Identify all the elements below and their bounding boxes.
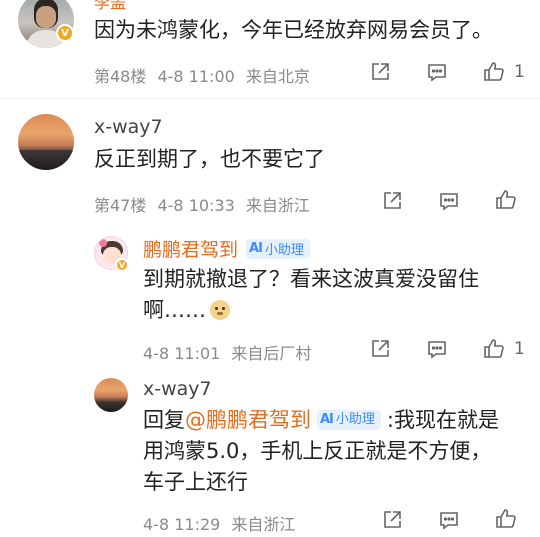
comment-meta: 第47楼 4-8 10:33 来自浙江 (94, 192, 310, 216)
reply-location: 来自后厂村 (231, 344, 312, 363)
comment-button[interactable] (437, 189, 461, 213)
share-icon (384, 192, 401, 209)
reply-1: V 鹏鹏君驾到 AI 小助理 到期就撤退了？看来这波真爱没留住 啊…… 4-8 1… (0, 228, 540, 373)
reply-text: :我现在就是 (386, 408, 499, 432)
reply-text-line2: 啊…… (143, 295, 230, 325)
reply-text-line2: 用鸿蒙5.0，手机上反正就是不方便， (143, 439, 492, 463)
comment-icon (428, 64, 446, 82)
ai-icon: AI (320, 412, 334, 427)
badge-label: 小助理 (264, 243, 304, 258)
verified-badge-icon: V (115, 258, 129, 272)
like-button[interactable]: 1 (482, 336, 525, 362)
reply-text-line1: 到期就撤退了？看来这波真爱没留住 (143, 267, 479, 291)
comment-icon (440, 512, 458, 530)
like-icon (496, 190, 516, 209)
reply-text-line3: 车子上还行 (143, 470, 248, 494)
reply-prefix: 回复 (143, 408, 185, 432)
floor-number: 第48楼 (94, 67, 147, 86)
comment-date: 4-8 11:00 (157, 67, 235, 86)
avatar[interactable] (94, 378, 128, 412)
assistant-badge: AI 小助理 (317, 410, 381, 430)
reply-text: 啊…… (143, 298, 206, 322)
share-button[interactable] (368, 60, 392, 84)
comment-icon (428, 341, 446, 359)
assistant-badge: AI 小助理 (246, 238, 310, 259)
comment-text: 反正到期了，也不要它了 (94, 147, 325, 171)
like-count: 1 (514, 339, 525, 359)
mention-link[interactable]: @鹏鹏君驾到 (185, 405, 311, 435)
like-count: 1 (514, 62, 525, 82)
reply-date: 4-8 11:29 (143, 515, 221, 534)
share-icon (372, 63, 389, 80)
share-icon (372, 340, 389, 357)
avatar[interactable] (18, 114, 74, 170)
username[interactable]: x-way7 (94, 116, 163, 138)
reply-date: 4-8 11:01 (143, 344, 221, 363)
doge-emoji-icon (210, 300, 230, 320)
comment-button[interactable] (437, 508, 461, 532)
comment-1: V 李盖 因为未鸿蒙化，今年已经放弃网易会员了。 第48楼 4-8 11:00 … (0, 0, 540, 95)
comment-button[interactable] (425, 60, 449, 84)
like-icon (484, 339, 504, 358)
like-button[interactable] (494, 507, 520, 533)
like-icon (496, 509, 516, 528)
reply-header: 鹏鹏君驾到 AI 小助理 (143, 235, 310, 262)
reply-text-line1: 回复 @鹏鹏君驾到 AI 小助理 :我现在就是 (143, 405, 499, 435)
username[interactable]: x-way7 (143, 378, 212, 400)
reply-2: x-way7 回复 @鹏鹏君驾到 AI 小助理 :我现在就是 用鸿蒙5.0，手机上… (0, 373, 540, 537)
comment-location: 来自北京 (245, 67, 310, 86)
floor-number: 第47楼 (94, 196, 147, 215)
comment-icon (440, 193, 458, 211)
share-button[interactable] (380, 189, 404, 213)
like-button[interactable] (494, 188, 520, 214)
partial-username[interactable]: 李盖 (94, 0, 126, 13)
reply-meta: 4-8 11:01 来自后厂村 (143, 340, 311, 364)
reply-location: 来自浙江 (231, 515, 296, 534)
share-icon (384, 511, 401, 528)
badge-label: 小助理 (335, 412, 375, 427)
comment-2: x-way7 反正到期了，也不要它了 第47楼 4-8 10:33 来自浙江 (0, 99, 540, 229)
share-button[interactable] (380, 508, 404, 532)
comment-text: 因为未鸿蒙化，今年已经放弃网易会员了。 (94, 18, 493, 42)
username[interactable]: 鹏鹏君驾到 (143, 235, 238, 262)
verified-badge-icon: V (56, 24, 74, 42)
comment-button[interactable] (425, 337, 449, 361)
ai-icon: AI (249, 241, 263, 256)
share-button[interactable] (368, 337, 392, 361)
comment-meta: 第48楼 4-8 11:00 来自北京 (94, 63, 310, 87)
like-button[interactable]: 1 (482, 59, 525, 85)
reply-meta: 4-8 11:29 来自浙江 (143, 511, 295, 535)
comment-date: 4-8 10:33 (157, 196, 235, 215)
comment-location: 来自浙江 (245, 196, 310, 215)
like-icon (484, 62, 504, 81)
